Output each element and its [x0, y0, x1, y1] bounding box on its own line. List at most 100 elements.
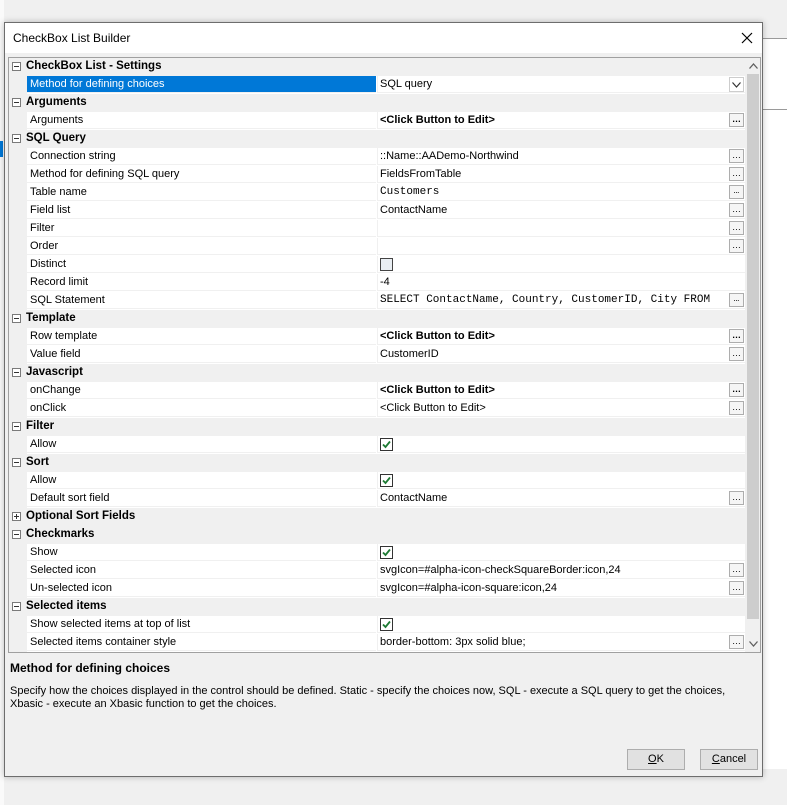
property-row-filter[interactable]: Filter…: [9, 220, 745, 238]
property-value[interactable]: ContactName…: [377, 490, 745, 507]
property-name[interactable]: Selected icon: [27, 562, 376, 579]
property-name[interactable]: Distinct: [27, 256, 376, 273]
property-name[interactable]: Allow: [27, 436, 376, 453]
category-checkbox-list-settings[interactable]: CheckBox List - Settings: [9, 58, 745, 76]
property-row-default-sort-field[interactable]: Default sort field ContactName…: [9, 490, 745, 508]
property-name[interactable]: Order: [27, 238, 376, 255]
property-row-distinct[interactable]: Distinct: [9, 256, 745, 274]
property-value[interactable]: ContactName…: [377, 202, 745, 219]
property-row-method-for-defining-sql-query[interactable]: Method for defining SQL query FieldsFromT…: [9, 166, 745, 184]
property-value[interactable]: <Click Button to Edit>…: [377, 382, 745, 399]
collapse-icon[interactable]: [12, 422, 21, 431]
category-javascript[interactable]: Javascript: [9, 364, 745, 382]
property-name[interactable]: Connection string: [27, 148, 376, 165]
property-value[interactable]: …: [377, 220, 745, 237]
property-name[interactable]: Table name: [27, 184, 376, 201]
ellipsis-button[interactable]: …: [729, 293, 744, 307]
close-button[interactable]: [732, 23, 762, 53]
property-value[interactable]: Customers…: [377, 184, 745, 201]
property-value[interactable]: svgIcon=#alpha-icon-square:icon,24…: [377, 580, 745, 597]
dropdown-button[interactable]: [729, 77, 744, 92]
collapse-icon[interactable]: [12, 134, 21, 143]
property-name[interactable]: Record limit: [27, 274, 376, 291]
property-value[interactable]: [377, 616, 745, 633]
category-optional-sort-fields[interactable]: Optional Sort Fields: [9, 508, 745, 526]
property-name[interactable]: Show selected items at top of list: [27, 616, 376, 633]
property-row-sql-statement[interactable]: SQL Statement SELECT ContactName, Country…: [9, 292, 745, 310]
ellipsis-button[interactable]: …: [729, 185, 744, 199]
ellipsis-button[interactable]: …: [729, 383, 744, 397]
property-value[interactable]: <Click Button to Edit>…: [377, 328, 745, 345]
collapse-icon[interactable]: [12, 314, 21, 323]
ellipsis-button[interactable]: …: [729, 113, 744, 127]
property-value[interactable]: svgIcon=#alpha-icon-checkSquareBorder:ic…: [377, 562, 745, 579]
property-row-show[interactable]: Show: [9, 544, 745, 562]
collapse-icon[interactable]: [12, 602, 21, 611]
property-value[interactable]: [377, 436, 745, 453]
property-value[interactable]: <Click Button to Edit>…: [377, 400, 745, 417]
scrollbar-thumb[interactable]: [747, 74, 759, 619]
ellipsis-button[interactable]: …: [729, 581, 744, 595]
property-value[interactable]: <Click Button to Edit>…: [377, 112, 745, 129]
category-selected-items[interactable]: Selected items: [9, 598, 745, 616]
category-sort[interactable]: Sort: [9, 454, 745, 472]
ellipsis-button[interactable]: …: [729, 491, 744, 505]
scroll-up-button[interactable]: [745, 58, 760, 74]
category-checkmarks[interactable]: Checkmarks: [9, 526, 745, 544]
property-name[interactable]: Default sort field: [27, 490, 376, 507]
collapse-icon[interactable]: [12, 530, 21, 539]
scroll-down-button[interactable]: [745, 636, 760, 652]
property-name[interactable]: SQL Statement: [27, 292, 376, 309]
property-row-table-name[interactable]: Table name Customers…: [9, 184, 745, 202]
expand-icon[interactable]: [12, 512, 21, 521]
category-template[interactable]: Template: [9, 310, 745, 328]
property-row-row-template[interactable]: Row template <Click Button to Edit>…: [9, 328, 745, 346]
ellipsis-button[interactable]: …: [729, 347, 744, 361]
property-value[interactable]: ::Name::AADemo-Northwind…: [377, 148, 745, 165]
ellipsis-button[interactable]: …: [729, 149, 744, 163]
property-value[interactable]: [377, 544, 745, 561]
property-row-field-list[interactable]: Field list ContactName…: [9, 202, 745, 220]
property-name[interactable]: Arguments: [27, 112, 376, 129]
property-name[interactable]: Field list: [27, 202, 376, 219]
property-row-order[interactable]: Order …: [9, 238, 745, 256]
ellipsis-button[interactable]: …: [729, 203, 744, 217]
property-name[interactable]: Row template: [27, 328, 376, 345]
property-value[interactable]: -4: [377, 274, 745, 291]
ellipsis-button[interactable]: …: [729, 239, 744, 253]
category-sql-query[interactable]: SQL Query: [9, 130, 745, 148]
property-value[interactable]: …: [377, 238, 745, 255]
property-name[interactable]: Method for defining choices: [27, 76, 376, 93]
property-row-arguments[interactable]: Arguments <Click Button to Edit>…: [9, 112, 745, 130]
collapse-icon[interactable]: [12, 368, 21, 377]
property-row-connection-string[interactable]: Connection string::Name::AADemo-Northwin…: [9, 148, 745, 166]
checkbox-checked[interactable]: [380, 438, 393, 451]
property-row-un-selected-icon[interactable]: Un-selected icon svgIcon=#alpha-icon-squa…: [9, 580, 745, 598]
property-name[interactable]: onClick: [27, 400, 376, 417]
collapse-icon[interactable]: [12, 458, 21, 467]
property-value[interactable]: CustomerID…: [377, 346, 745, 363]
category-filter[interactable]: Filter: [9, 418, 745, 436]
property-row-selected-icon[interactable]: Selected icon svgIcon=#alpha-icon-checkSq…: [9, 562, 745, 580]
property-row-onclick[interactable]: onClick <Click Button to Edit>…: [9, 400, 745, 418]
checkbox-checked[interactable]: [380, 546, 393, 559]
collapse-icon[interactable]: [12, 62, 21, 71]
vertical-scrollbar[interactable]: [745, 58, 760, 652]
property-name[interactable]: Allow: [27, 472, 376, 489]
ok-button[interactable]: OK: [627, 749, 685, 770]
property-row-value-field[interactable]: Value field CustomerID…: [9, 346, 745, 364]
property-value[interactable]: SELECT ContactName, Country, CustomerID,…: [377, 292, 745, 309]
category-arguments[interactable]: Arguments: [9, 94, 745, 112]
property-row-onchange[interactable]: onChange <Click Button to Edit>…: [9, 382, 745, 400]
property-row-method-for-defining-choices[interactable]: Method for defining choices SQL query: [9, 76, 745, 94]
property-name[interactable]: onChange: [27, 382, 376, 399]
property-row-allow[interactable]: Allow: [9, 472, 745, 490]
property-value[interactable]: FieldsFromTable…: [377, 166, 745, 183]
property-name[interactable]: Method for defining SQL query: [27, 166, 376, 183]
property-value[interactable]: [377, 256, 745, 273]
checkbox-checked[interactable]: [380, 474, 393, 487]
property-row-show-selected-items-at-top-of-list[interactable]: Show selected items at top of list: [9, 616, 745, 634]
collapse-icon[interactable]: [12, 98, 21, 107]
checkbox-unchecked[interactable]: [380, 258, 393, 271]
property-value[interactable]: [377, 472, 745, 489]
